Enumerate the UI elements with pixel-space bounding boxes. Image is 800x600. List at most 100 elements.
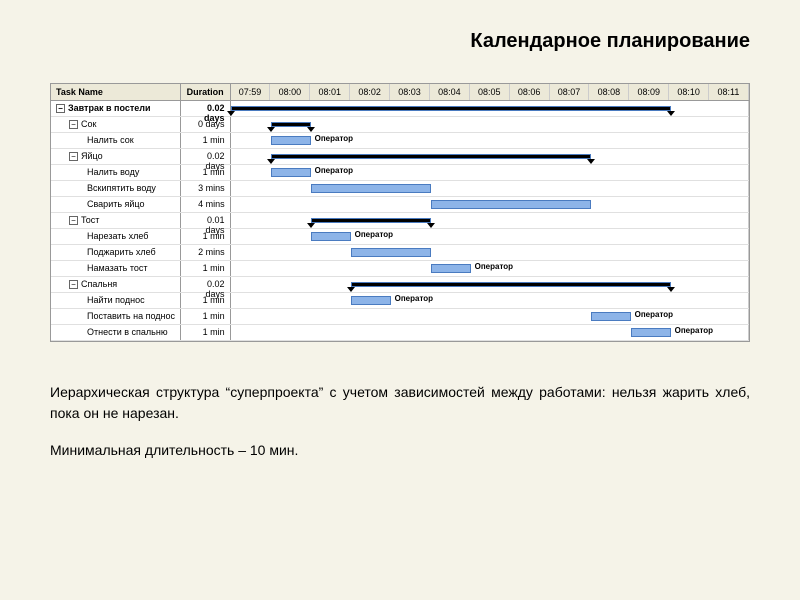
resource-label: Оператор [635,310,673,319]
task-bar[interactable] [271,168,311,177]
caption-text: Иерархическая структура “суперпроекта” с… [50,382,750,424]
resource-label: Оператор [395,294,433,303]
task-duration-cell: 0.01 days [181,213,231,228]
task-duration-cell: 1 min [181,293,231,308]
task-name-label: Сварить яйцо [87,199,145,209]
time-tick: 08:10 [669,84,709,100]
gantt-row: Нарезать хлеб 1 min Оператор [51,229,749,245]
task-bar-area: Оператор [231,229,749,244]
gantt-row: Намазать тост 1 min Оператор [51,261,749,277]
summary-end-marker [667,111,675,116]
task-duration-cell: 1 min [181,309,231,324]
collapse-icon[interactable]: − [56,104,65,113]
time-tick: 08:11 [709,84,749,100]
task-bar[interactable] [591,312,631,321]
task-duration-cell: 1 min [181,133,231,148]
column-task-name: Task Name [51,84,181,100]
task-duration-cell: 4 mins [181,197,231,212]
task-name-cell: Налить воду [51,165,181,180]
task-bar[interactable] [351,248,431,257]
task-bar[interactable] [631,328,671,337]
min-duration-text: Минимальная длительность – 10 мин. [50,442,750,458]
gantt-body: −Завтрак в постели0.02 days−Сок0 daysНал… [51,101,749,341]
gantt-header: Task Name Duration 07:5908:0008:0108:020… [51,84,749,101]
gantt-row: −Сок0 days [51,117,749,133]
gantt-row: Налить сок1 minОператор [51,133,749,149]
task-name-label: Вскипятить воду [87,183,156,193]
gantt-row: −Яйцо0.02 days [51,149,749,165]
task-name-label: Найти поднос [87,295,145,305]
task-name-cell: −Сок [51,117,181,132]
task-name-cell: Отнести в спальню [51,325,181,340]
task-name-label: Нарезать хлеб [87,231,148,241]
task-duration-cell: 3 mins [181,181,231,196]
summary-bar[interactable] [311,218,431,223]
task-duration-cell: 1 min [181,229,231,244]
task-bar[interactable] [271,136,311,145]
task-bar[interactable] [431,200,591,209]
task-name-label: Намазать тост [87,263,148,273]
gantt-row: −Спальня0.02 days [51,277,749,293]
task-name-cell: −Яйцо [51,149,181,164]
summary-bar[interactable] [351,282,671,287]
gantt-chart: Task Name Duration 07:5908:0008:0108:020… [50,83,750,342]
task-name-label: Тост [81,215,99,225]
gantt-row: −Завтрак в постели0.02 days [51,101,749,117]
summary-end-marker [587,159,595,164]
collapse-icon[interactable]: − [69,280,78,289]
task-bar-area [231,149,749,164]
resource-label: Оператор [315,134,353,143]
summary-start-marker [267,159,275,164]
time-tick: 08:01 [310,84,350,100]
task-name-label: Налить воду [87,167,139,177]
task-name-cell: −Спальня [51,277,181,292]
task-bar-area: Оператор [231,325,749,340]
task-bar[interactable] [351,296,391,305]
task-name-label: Спальня [81,279,117,289]
task-bar-area: Оператор [231,309,749,324]
resource-label: Оператор [675,326,713,335]
task-duration-cell: 0 days [181,117,231,132]
task-name-label: Поставить на поднос [87,311,175,321]
task-duration-cell: 0.02 days [181,149,231,164]
resource-label: Оператор [475,262,513,271]
task-bar[interactable] [431,264,471,273]
gantt-row: −Тост 0.01 days [51,213,749,229]
gantt-row: Найти поднос 1 min Оператор [51,293,749,309]
task-name-label: Завтрак в постели [68,103,151,113]
task-duration-cell: 1 min [181,165,231,180]
time-tick: 08:00 [270,84,310,100]
summary-end-marker [307,127,315,132]
task-name-cell: −Завтрак в постели [51,101,181,116]
task-name-label: Яйцо [81,151,103,161]
task-bar-area: Оператор [231,133,749,148]
column-duration: Duration [181,84,231,100]
task-name-cell: Поставить на поднос [51,309,181,324]
time-tick: 07:59 [231,84,271,100]
summary-start-marker [267,127,275,132]
task-duration-cell: 1 min [181,325,231,340]
task-duration-cell: 1 min [181,261,231,276]
task-bar-area [231,181,749,196]
task-bar-area [231,117,749,132]
collapse-icon[interactable]: − [69,152,78,161]
task-bar[interactable] [311,184,431,193]
gantt-row: Поджарить хлеб2 mins [51,245,749,261]
time-tick: 08:07 [550,84,590,100]
summary-bar[interactable] [271,122,311,127]
summary-end-marker [427,223,435,228]
task-bar-area [231,197,749,212]
summary-bar[interactable] [271,154,591,159]
task-bar-area: Оператор [231,261,749,276]
task-bar-area [231,101,749,116]
collapse-icon[interactable]: − [69,120,78,129]
time-tick: 08:03 [390,84,430,100]
resource-label: Оператор [355,230,393,239]
time-tick: 08:05 [470,84,510,100]
task-bar[interactable] [311,232,351,241]
summary-start-marker [347,287,355,292]
collapse-icon[interactable]: − [69,216,78,225]
task-bar-area [231,213,749,228]
time-tick: 08:04 [430,84,470,100]
summary-bar[interactable] [231,106,671,111]
